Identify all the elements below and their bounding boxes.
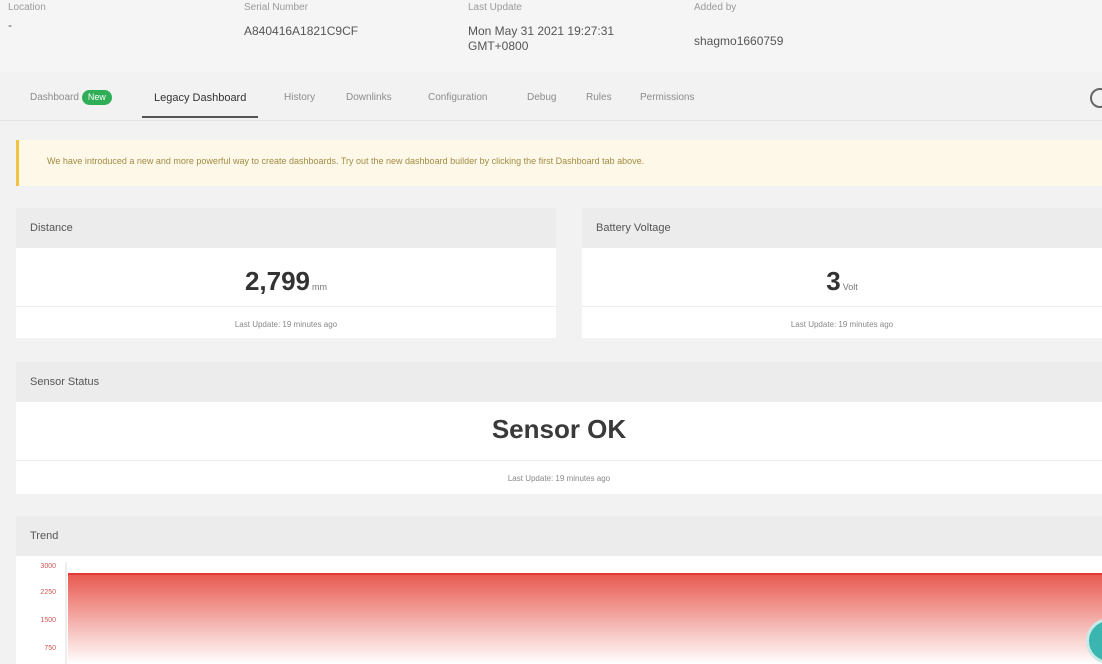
trend-tick-3: 750 xyxy=(44,645,56,652)
trend-card-header: Trend xyxy=(16,516,1102,556)
tab-permissions[interactable]: Permissions xyxy=(640,90,694,116)
tab-dashboard[interactable]: Dashboard New xyxy=(30,90,112,116)
tab-downlinks[interactable]: Downlinks xyxy=(346,90,392,116)
new-dashboard-banner: We have introduced a new and more powerf… xyxy=(16,140,1102,186)
device-info-bar: Location - Serial Number A840416A1821C9C… xyxy=(0,0,1102,72)
tab-rules-label: Rules xyxy=(586,92,612,103)
info-last-update-label: Last Update xyxy=(468,2,522,13)
info-last-update-value: Mon May 31 2021 19:27:31 GMT+0800 xyxy=(468,24,615,53)
distance-unit: mm xyxy=(312,282,328,292)
sensor-last-update: Last Update: 19 minutes ago xyxy=(507,474,611,483)
battery-value: 3 xyxy=(826,266,841,296)
distance-card-title: Distance xyxy=(16,208,556,248)
distance-last-update: Last Update: 19 minutes ago xyxy=(234,320,338,329)
search-icon[interactable] xyxy=(1090,88,1102,108)
info-last-update: Last Update Mon May 31 2021 19:27:31 GMT… xyxy=(468,0,658,54)
tab-history-label: History xyxy=(284,92,316,103)
battery-last-update: Last Update: 19 minutes ago xyxy=(790,320,894,329)
tab-dashboard-label: Dashboard xyxy=(30,92,79,104)
tab-bar: Dashboard New Legacy Dashboard History Do… xyxy=(0,80,1102,121)
trend-tick-1: 2250 xyxy=(40,589,56,596)
battery-metric: 3 Volt xyxy=(582,266,1102,297)
distance-metric: 2,799 mm xyxy=(16,266,556,297)
battery-unit: Volt xyxy=(842,282,858,292)
sensor-status-card: Sensor Status Sensor OK Last Update: 19 … xyxy=(16,362,1102,494)
trend-chart: 3000 2250 1500 750 xyxy=(40,562,1102,664)
trend-card: Trend 3000 2250 1500 750 xyxy=(16,516,1102,664)
tab-downlinks-label: Downlinks xyxy=(346,92,392,103)
info-location-label: Location xyxy=(8,2,46,13)
battery-card-title: Battery Voltage xyxy=(582,208,1102,248)
tab-configuration-label: Configuration xyxy=(428,92,488,103)
info-location: Location - xyxy=(8,0,46,33)
sensor-divider xyxy=(16,460,1102,461)
tab-legacy-dashboard[interactable]: Legacy Dashboard xyxy=(142,90,259,118)
info-serial: Serial Number A840416A1821C9CF xyxy=(244,0,358,39)
info-added-by: Added by shagmo1660759 xyxy=(694,0,783,49)
tab-permissions-label: Permissions xyxy=(640,92,695,103)
sensor-status-value: Sensor OK xyxy=(491,414,627,444)
tab-rules[interactable]: Rules xyxy=(586,90,612,116)
distance-value: 2,799 xyxy=(244,266,311,296)
distance-card: Distance 2,799 mm Last Update: 19 minutes… xyxy=(16,208,556,338)
tab-legacy-dashboard-label: Legacy Dashboard xyxy=(154,92,247,104)
distance-divider xyxy=(16,306,556,307)
sensor-card-title: Sensor Status xyxy=(16,362,1102,402)
new-badge: New xyxy=(81,90,112,105)
banner-text: We have introduced a new and more powerf… xyxy=(47,156,645,166)
info-added-by-label: Added by xyxy=(694,2,737,13)
info-serial-label: Serial Number xyxy=(244,2,308,13)
battery-voltage-card: Battery Voltage 3 Volt Last Update: 19 mi… xyxy=(582,208,1102,338)
trend-area-fill xyxy=(68,574,1102,664)
trend-card-title: Trend xyxy=(30,530,59,542)
trend-tick-0: 3000 xyxy=(40,563,56,570)
trend-tick-2: 1500 xyxy=(40,617,56,624)
battery-divider xyxy=(582,306,1102,307)
tab-debug-label: Debug xyxy=(527,92,557,103)
tab-configuration[interactable]: Configuration xyxy=(428,90,487,116)
tab-debug[interactable]: Debug xyxy=(527,90,556,116)
info-added-by-value: shagmo1660759 xyxy=(694,34,784,48)
tab-history[interactable]: History xyxy=(284,90,315,116)
info-serial-value: A840416A1821C9CF xyxy=(244,24,359,38)
info-location-value: - xyxy=(8,18,12,32)
